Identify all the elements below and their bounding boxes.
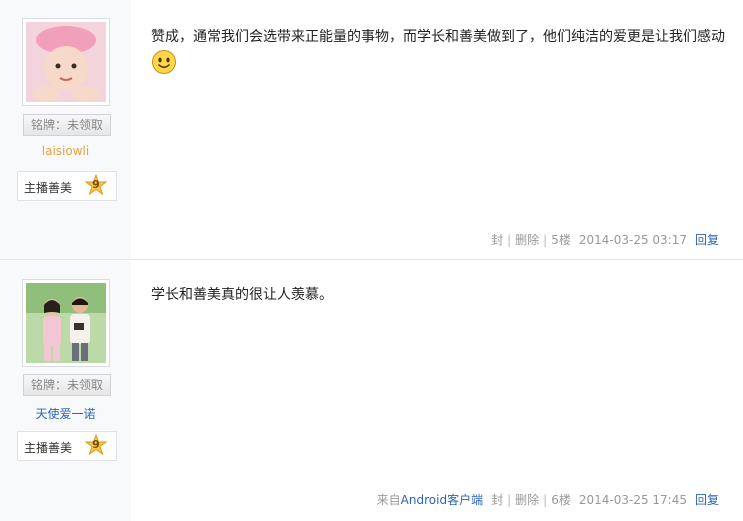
post-content: 学长和善美真的很让人羡慕。 <box>151 283 726 307</box>
separator: | <box>543 493 548 507</box>
client-source-link[interactable]: Android客户端 <box>401 491 483 508</box>
block-link[interactable]: 封 <box>491 491 503 508</box>
rank-label: 主播善美 <box>24 441 73 455</box>
post-floor-6: 铭牌：未领取 天使爱一诺 主播善美 9 学长和善美真的很让人羡慕。 来自Andr… <box>0 260 743 521</box>
post-footer: 来自Android客户端封 | 删除 | 6楼 2014-03-25 17:45 回复 <box>377 491 719 508</box>
post-floor-5: 铭牌：未领取 laisiowli 主播善美 9 赞成，通常我们会选带来正能量的事… <box>0 0 743 260</box>
delete-link[interactable]: 删除 <box>515 231 539 248</box>
rank-level: 9 <box>92 178 100 191</box>
reply-link[interactable]: 回复 <box>695 491 719 508</box>
post-text: 赞成，通常我们会选带来正能量的事物，而学长和善美做到了，他们纯洁的爱更是让我们感… <box>151 29 725 45</box>
avatar[interactable] <box>22 18 110 106</box>
nameplate-badge[interactable]: 铭牌：未领取 <box>23 374 111 396</box>
rank-level: 9 <box>92 438 100 451</box>
reply-link[interactable]: 回复 <box>695 231 719 248</box>
post-content: 赞成，通常我们会选带来正能量的事物，而学长和善美做到了，他们纯洁的爱更是让我们感… <box>151 25 726 75</box>
floor-number: 5楼 <box>551 233 571 247</box>
source-prefix: 来自 <box>376 493 401 507</box>
fan-rank-box[interactable]: 主播善美 9 <box>17 431 117 461</box>
avatar[interactable] <box>22 279 110 367</box>
username-link[interactable]: 天使爱一诺 <box>0 405 131 422</box>
separator: | <box>543 233 548 247</box>
user-sidebar: 铭牌：未领取 天使爱一诺 主播善美 9 <box>0 260 131 521</box>
baby-avatar-image <box>26 22 106 102</box>
separator: | <box>507 493 512 507</box>
rank-label: 主播善美 <box>24 181 73 195</box>
block-link[interactable]: 封 <box>491 231 503 248</box>
post-footer: 封 | 删除 | 5楼 2014-03-25 03:17 回复 <box>491 231 719 248</box>
post-datetime: 2014-03-25 17:45 <box>578 493 687 507</box>
nameplate-badge[interactable]: 铭牌：未领取 <box>23 114 111 136</box>
couple-avatar-image <box>26 283 106 363</box>
username-link[interactable]: laisiowli <box>0 144 131 158</box>
delete-link[interactable]: 删除 <box>515 491 539 508</box>
smiley-emoji-icon <box>152 50 176 74</box>
floor-number: 6楼 <box>551 493 571 507</box>
separator: | <box>507 233 512 247</box>
post-datetime: 2014-03-25 03:17 <box>578 233 687 247</box>
post-text: 学长和善美真的很让人羡慕。 <box>151 287 333 303</box>
user-sidebar: 铭牌：未领取 laisiowli 主播善美 9 <box>0 0 131 259</box>
fan-rank-box[interactable]: 主播善美 9 <box>17 171 117 201</box>
